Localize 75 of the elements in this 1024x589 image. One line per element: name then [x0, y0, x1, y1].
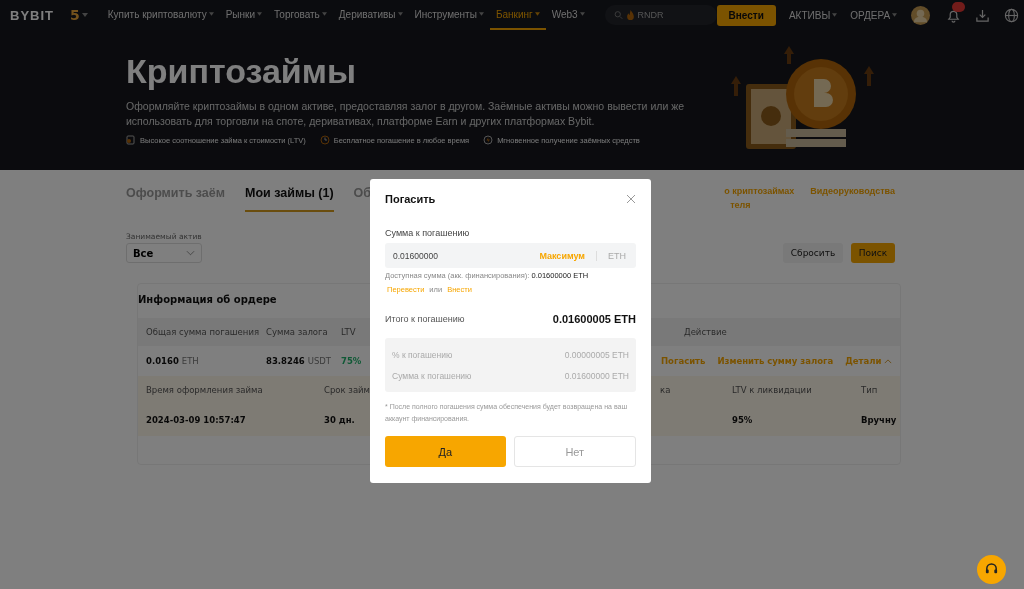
column-header: ка	[660, 385, 672, 395]
guide-link[interactable]: теля	[730, 200, 895, 210]
guide-link[interactable]: о криптозаймах	[724, 186, 795, 196]
column-header: Срок займ	[324, 385, 372, 395]
table-cell-text: 30 дн.	[324, 415, 356, 425]
reset-button[interactable]: Сбросить	[783, 243, 843, 263]
caret-icon	[257, 12, 263, 16]
globe-icon[interactable]	[1004, 7, 1020, 23]
close-icon[interactable]	[626, 194, 636, 204]
max-link[interactable]: Максимум	[539, 250, 585, 261]
caret-icon	[81, 13, 88, 17]
menu-item[interactable]: АКТИВЫ	[788, 9, 838, 21]
nav-item[interactable]: Торговать	[268, 0, 333, 30]
table-cell-text: 75%	[341, 356, 363, 366]
download-icon[interactable]	[975, 7, 991, 23]
caret-icon	[579, 12, 585, 16]
column-header: Общая сумма погашения	[146, 327, 261, 337]
breakdown-label: Сумма к погашению	[392, 370, 472, 381]
table-cell: Вручну	[861, 415, 897, 425]
nav-item[interactable]: Рынки	[219, 0, 269, 30]
total-value: 0.01600005 ETH	[552, 313, 636, 325]
table-cell-text: 95%	[732, 415, 754, 425]
clock-icon	[319, 135, 330, 145]
nav-item[interactable]: Купить криптовалюту	[101, 0, 220, 30]
column-header: LTV	[341, 327, 357, 337]
caret-icon	[208, 12, 214, 16]
field-label: Сумма к погашению	[385, 228, 471, 238]
caret-icon	[321, 12, 327, 16]
avatar-icon[interactable]	[911, 5, 931, 25]
hero-description: Оформляйте криптозаймы в одном активе, предоставляя залог в другом. Заёмные активы можно вывести или же использовать для торговли на споте, деривативах, платформе Earn и других платформах Bybit.	[126, 99, 686, 129]
breakdown-value: 0.01600000 ETH	[564, 370, 629, 381]
lightning-icon	[483, 135, 494, 145]
repay-link[interactable]: Погасить	[661, 356, 706, 366]
column-header: Сумма залога	[266, 327, 329, 337]
deposit-button[interactable]: Внести	[716, 4, 776, 26]
no-button[interactable]: Нет	[513, 436, 636, 467]
support-button[interactable]	[977, 555, 1006, 584]
page-title: Криптозаймы	[126, 52, 357, 91]
caret-icon	[397, 12, 403, 16]
column-header: Действие	[684, 327, 727, 337]
chevron-down-icon	[186, 250, 195, 256]
logo[interactable]: BYBIT	[10, 7, 54, 23]
change-collateral-link[interactable]: Изменить сумму залога	[717, 356, 834, 366]
search-button[interactable]: Поиск	[851, 243, 895, 263]
tab[interactable]: Мои займы (1)	[245, 186, 334, 212]
yes-button[interactable]: Да	[385, 436, 506, 467]
caret-icon	[832, 13, 838, 17]
asset-dropdown[interactable]: Все	[126, 243, 202, 263]
details-link[interactable]: Детали	[845, 356, 893, 366]
nav-item[interactable]: Web3	[545, 0, 591, 30]
column-header: Время оформления займа	[146, 385, 264, 395]
caret-icon	[478, 12, 484, 16]
flame-icon	[625, 10, 635, 20]
caret-icon	[892, 13, 898, 17]
dialog-title: Погасить	[385, 193, 436, 205]
breakdown-value: 0.00000005 ETH	[564, 349, 629, 360]
table-cell-text: 83.8246 USDT	[266, 356, 333, 366]
breakdown-label: % к погашению	[392, 349, 453, 360]
nav-item[interactable]: Деривативы	[332, 0, 409, 30]
column-header: Тип	[861, 385, 878, 395]
video-guides-link[interactable]: Видеоруководства	[810, 186, 895, 196]
table-cell-text: 2024-03-09 10:57:47	[146, 415, 247, 425]
table-cell-text: 0.0160 ETH	[146, 356, 200, 366]
document-icon	[126, 135, 136, 145]
column-header: LTV к ликвидации	[732, 385, 813, 395]
card-title: Информация об ордере	[138, 294, 278, 305]
total-label: Итого к погашению	[385, 314, 465, 324]
search-field[interactable]: RNDR	[604, 5, 717, 25]
nav-item[interactable]: Инструменты	[408, 0, 490, 30]
search-icon	[613, 10, 623, 20]
chevron-up-icon	[884, 358, 893, 364]
anniversary-badge[interactable]: 5	[70, 7, 80, 23]
caret-icon	[534, 12, 540, 16]
menu-item[interactable]: ОРДЕРА	[850, 9, 898, 21]
currency-label: ETH	[608, 250, 626, 261]
